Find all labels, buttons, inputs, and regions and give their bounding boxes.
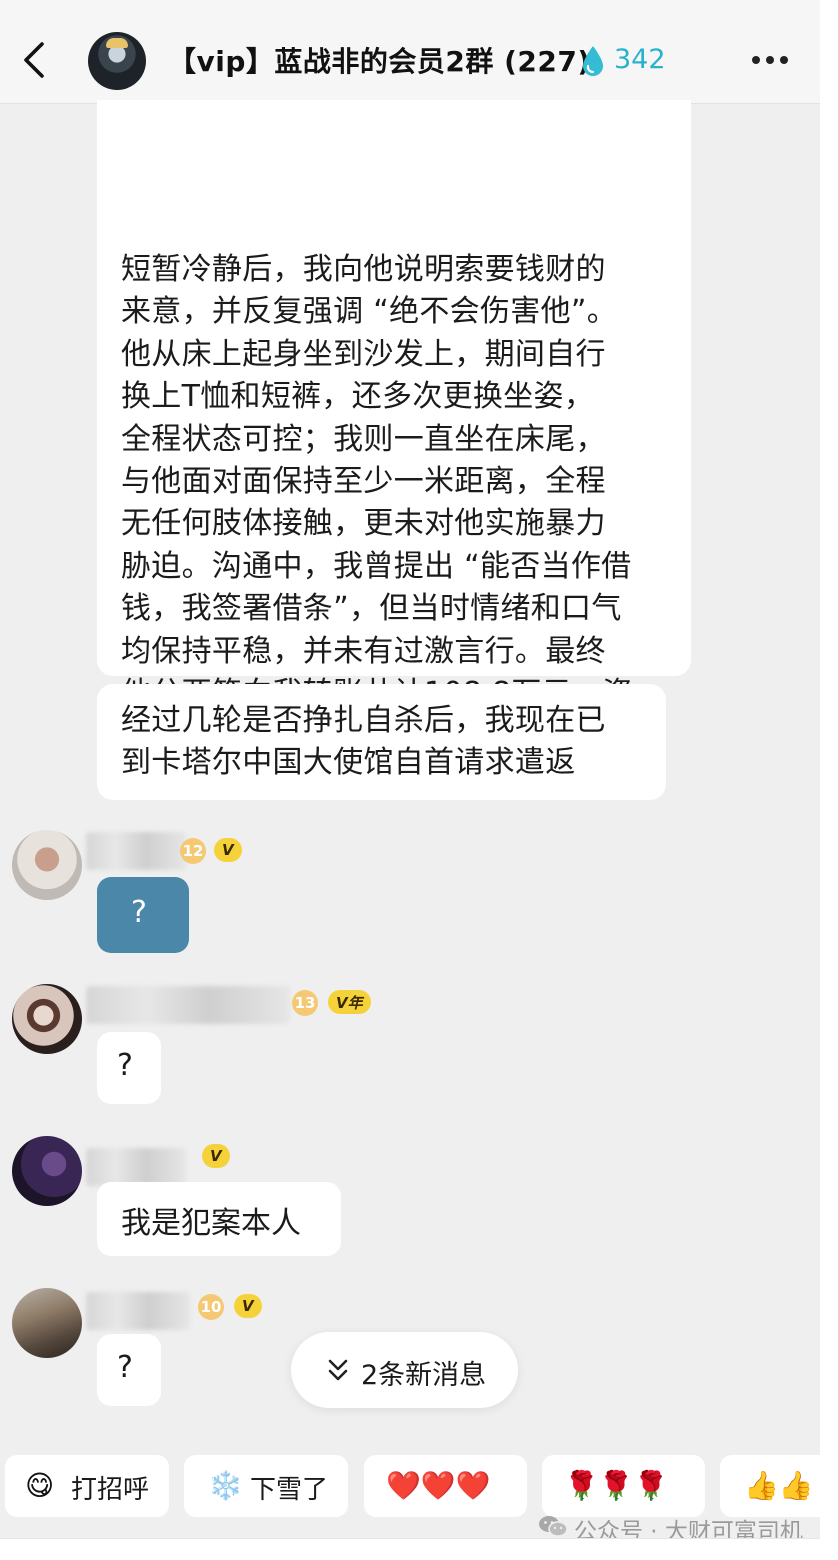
chat-screen: 【vip】蓝战非的会员2群 (227) 342 短暂冷静后，我向他说明索要钱财的… — [0, 0, 820, 1560]
avatar[interactable] — [12, 830, 82, 900]
level-badge: 10 — [198, 1294, 224, 1320]
heat-count: 342 — [614, 44, 666, 75]
username-blurred — [86, 986, 290, 1024]
message-bubble[interactable]: 短暂冷静后，我向他说明索要钱财的 来意，并反复强调 “绝不会伤害他”。 他从床上… — [97, 100, 691, 753]
reply-message: 13 V年 ? — [0, 984, 820, 1114]
avatar[interactable] — [12, 1288, 82, 1358]
avatar[interactable] — [12, 1136, 82, 1206]
wechat-icon — [539, 1516, 568, 1537]
reply-message: 12 V ? — [0, 830, 820, 960]
more-options-icon[interactable] — [748, 50, 792, 70]
vip-badge: V — [202, 1144, 230, 1168]
vip-badge: V年 — [328, 990, 371, 1014]
username-blurred — [86, 832, 186, 870]
message-bubble[interactable]: ? — [97, 1334, 161, 1406]
message-text: 短暂冷静后，我向他说明索要钱财的 来意，并反复强调 “绝不会伤害他”。 他从床上… — [121, 252, 632, 753]
quick-reply-label: 下雪了 — [250, 1475, 329, 1505]
quick-reply-chip[interactable]: 😋 打招呼 — [5, 1455, 169, 1517]
avatar[interactable] — [12, 984, 82, 1054]
message-bubble[interactable]: 我是犯案本人 — [97, 1182, 341, 1256]
chat-header: 【vip】蓝战非的会员2群 (227) 342 — [0, 0, 820, 104]
smile-emoji-icon: 😋 — [25, 1469, 55, 1502]
hearts-emoji-icon: ❤️❤️❤️ — [386, 1469, 491, 1502]
level-badge: 12 — [180, 838, 206, 864]
message-bubble[interactable]: ? — [97, 877, 189, 953]
message-text: 经过几轮是否挣扎自杀后，我现在已 到卡塔尔中国大使馆自首请求遣返 — [121, 703, 606, 781]
vip-badge: V — [234, 1294, 262, 1318]
new-messages-label: 2条新消息 — [361, 1360, 487, 1391]
message-bubble[interactable]: 经过几轮是否挣扎自杀后，我现在已 到卡塔尔中国大使馆自首请求遣返 — [97, 684, 666, 800]
level-badge: 13 — [292, 990, 318, 1016]
scroll-edge — [820, 0, 838, 1560]
group-avatar[interactable] — [88, 32, 146, 90]
message-text: 我是犯案本人 — [121, 1206, 301, 1241]
back-arrow-icon[interactable] — [20, 38, 50, 82]
quick-reply-chip[interactable]: ❄️ 下雪了 — [184, 1455, 348, 1517]
water-drop-icon — [583, 46, 603, 76]
thumbs-up-emoji-icon: 👍👍 — [744, 1469, 814, 1502]
input-area[interactable] — [0, 1538, 820, 1560]
message-text: ? — [117, 1350, 133, 1385]
message-text: ? — [131, 895, 147, 930]
message-bubble[interactable]: ? — [97, 1032, 161, 1104]
username-blurred — [86, 1148, 186, 1186]
double-chevron-down-icon — [328, 1359, 348, 1381]
quick-reply-chip[interactable]: 👍👍 — [720, 1455, 820, 1517]
username-blurred — [86, 1292, 190, 1330]
quick-reply-chip[interactable]: 🌹🌹🌹 — [542, 1455, 705, 1517]
quick-reply-chip[interactable]: ❤️❤️❤️ — [364, 1455, 527, 1517]
reply-message: V 我是犯案本人 — [0, 1136, 820, 1260]
roses-emoji-icon: 🌹🌹🌹 — [564, 1469, 669, 1502]
snowflake-emoji-icon: ❄️ — [208, 1469, 243, 1502]
quick-reply-label: 打招呼 — [71, 1475, 150, 1505]
vip-badge: V — [214, 838, 242, 862]
group-title[interactable]: 【vip】蓝战非的会员2群 (227) — [168, 40, 591, 80]
new-messages-button[interactable]: 2条新消息 — [291, 1332, 518, 1408]
message-text: ? — [117, 1048, 133, 1083]
